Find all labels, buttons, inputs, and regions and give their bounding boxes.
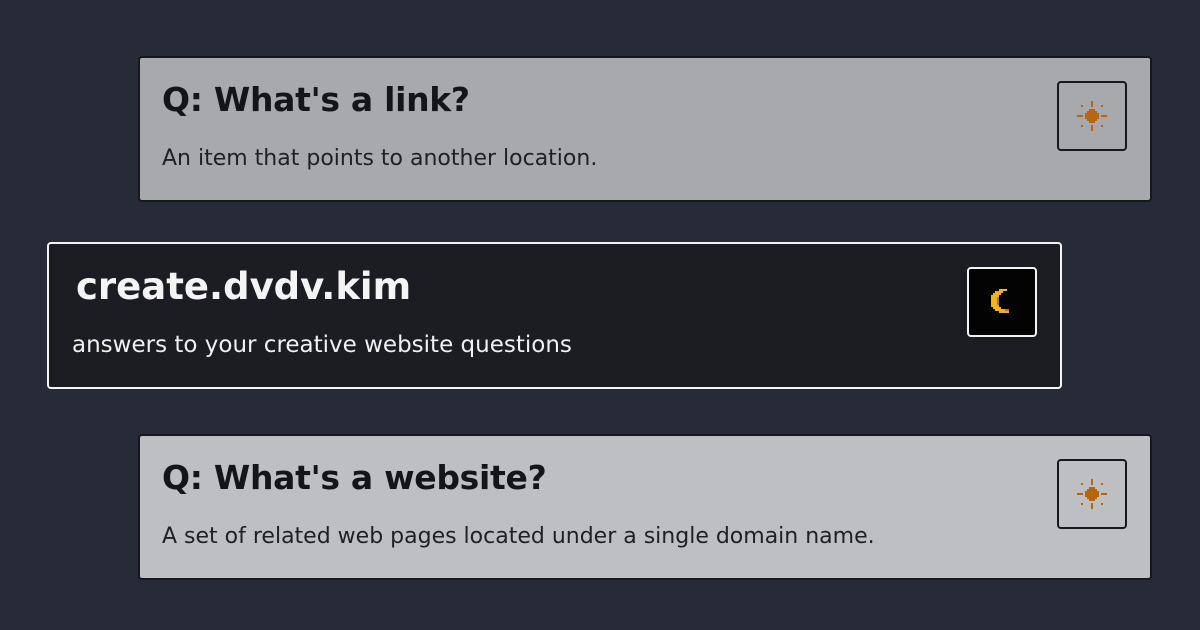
theme-toggle-button[interactable] bbox=[967, 267, 1037, 337]
site-header-card: create.dvdv.kim answers to your creative… bbox=[47, 242, 1062, 389]
qa-card-website: Q: What's a website? A set of related we… bbox=[138, 434, 1152, 580]
site-title: create.dvdv.kim bbox=[76, 265, 412, 308]
theme-toggle-button[interactable] bbox=[1057, 459, 1127, 529]
moon-icon bbox=[991, 289, 1009, 313]
question-title: Q: What's a link? bbox=[162, 80, 470, 119]
sun-icon bbox=[1077, 101, 1107, 131]
site-tagline: answers to your creative website questio… bbox=[72, 332, 572, 358]
answer-text: A set of related web pages located under… bbox=[162, 524, 875, 549]
sun-icon bbox=[1077, 479, 1107, 509]
question-title: Q: What's a website? bbox=[162, 458, 547, 497]
qa-card-link: Q: What's a link? An item that points to… bbox=[138, 56, 1152, 202]
page: { "cards": { "top": { "question": "Q: Wh… bbox=[0, 0, 1200, 630]
theme-toggle-button[interactable] bbox=[1057, 81, 1127, 151]
answer-text: An item that points to another location. bbox=[162, 146, 598, 171]
